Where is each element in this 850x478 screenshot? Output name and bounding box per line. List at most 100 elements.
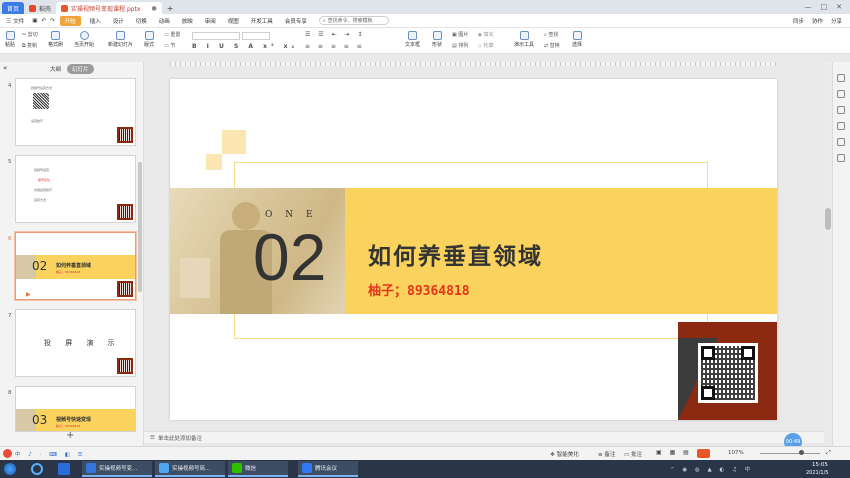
collab-button[interactable]: 协作: [812, 17, 823, 25]
clock-date[interactable]: 2021/1/5: [806, 470, 828, 476]
fill-button[interactable]: ◆ 填充: [478, 31, 493, 38]
save-icon[interactable]: ▣: [30, 18, 39, 24]
fit-window-icon[interactable]: ⤢: [826, 449, 831, 457]
tab-slides[interactable]: 幻灯片: [67, 64, 94, 74]
slide-title[interactable]: 如何养垂直领域: [368, 237, 543, 271]
menu-review[interactable]: 审阅: [199, 17, 222, 25]
textbox-button[interactable]: 文本框: [405, 31, 420, 48]
taskbar-app-wechat[interactable]: 微信: [228, 461, 288, 477]
menu-member[interactable]: 会员专享: [279, 17, 313, 25]
canvas-scrollbar[interactable]: [824, 62, 832, 431]
zoom-level[interactable]: 107%: [728, 450, 744, 456]
copy-label: 复制: [27, 43, 38, 49]
from-current-button[interactable]: 当页开始: [74, 31, 94, 48]
slide-thumb-7[interactable]: 投 屏 演 示: [15, 309, 136, 377]
file-menu[interactable]: 三 文件: [0, 17, 30, 25]
select-button[interactable]: 选择: [572, 31, 582, 48]
arrange-label: 排列: [458, 43, 469, 49]
copy-button[interactable]: ⧉ 复制: [22, 42, 37, 49]
bulb-icon[interactable]: [837, 138, 845, 146]
start-button-icon[interactable]: [4, 463, 16, 475]
ime-toolbar[interactable]: 中 ♪ · ⌨ ◧ ☰: [15, 450, 86, 458]
comments-toggle[interactable]: ▭ 批注: [624, 450, 642, 458]
reset-button[interactable]: ▭ 重置: [164, 31, 180, 38]
presentation-tools-button[interactable]: 演示工具: [514, 31, 534, 48]
taskbar-app-meeting[interactable]: 腾讯会议: [298, 461, 358, 477]
list-buttons[interactable]: ☰ ☰ ⇤ ⇥ ↕: [305, 31, 365, 38]
align-buttons[interactable]: ≡ ≡ ≡ ≡ ≡: [305, 43, 365, 50]
settings-icon[interactable]: [837, 154, 845, 162]
properties-icon[interactable]: [837, 74, 845, 82]
slide-thumb-6[interactable]: 02 如何养垂直领域 柚子；89364818 ▶: [14, 231, 137, 301]
scroll-thumb[interactable]: [825, 208, 831, 230]
find-button[interactable]: ⌕ 查找: [544, 31, 558, 38]
collapse-panel-icon[interactable]: «: [3, 64, 7, 72]
paste-button[interactable]: 粘贴: [5, 31, 15, 48]
new-tab-button[interactable]: +: [162, 2, 179, 14]
font-size-select[interactable]: [242, 32, 270, 40]
media-icon[interactable]: [58, 463, 70, 475]
animation-icon[interactable]: [837, 106, 845, 114]
play-slide-icon[interactable]: ▶: [26, 291, 31, 298]
add-slide-button[interactable]: +: [66, 430, 74, 441]
tab-daoke[interactable]: 稻壳: [24, 2, 56, 14]
layout-button[interactable]: 版式: [144, 31, 154, 48]
qr-code-thumb: [117, 358, 133, 374]
outline-button[interactable]: ◇ 轮廓: [478, 42, 493, 49]
menu-slideshow[interactable]: 放映: [176, 17, 199, 25]
menu-insert[interactable]: 插入: [84, 17, 107, 25]
close-window-icon[interactable]: ✕: [836, 3, 842, 11]
sync-button[interactable]: 同步: [793, 17, 804, 25]
zoom-slider[interactable]: [760, 453, 820, 454]
shapes-button[interactable]: 形状: [432, 31, 442, 48]
new-slide-button[interactable]: 新建幻灯片: [108, 31, 133, 48]
menu-start[interactable]: 开始: [59, 15, 81, 26]
cut-label: 剪切: [27, 32, 38, 38]
smart-beautify-button[interactable]: ❖ 智能美化: [550, 450, 579, 458]
slide-thumb-5[interactable]: 视频号运营 账号定位 内容运营技巧 运营方法: [15, 155, 136, 223]
close-tab-icon[interactable]: ●: [151, 5, 156, 12]
home-tab[interactable]: 首页: [2, 2, 25, 14]
slide-canvas[interactable]: O N E 02 如何养垂直领域 柚子；89364818: [170, 79, 777, 420]
slide-thumb-8[interactable]: 03 视频号快速变现 柚子；89364818: [15, 386, 136, 432]
undo-icon[interactable]: ↶: [39, 18, 48, 24]
format-painter-button[interactable]: 格式刷: [48, 31, 63, 48]
style-icon[interactable]: [837, 90, 845, 98]
slide-subtitle[interactable]: 柚子；89364818: [368, 280, 470, 299]
ime-icon[interactable]: [3, 449, 12, 458]
section-button[interactable]: ▭ 节: [164, 42, 175, 49]
tab-outline[interactable]: 大纲: [50, 65, 61, 73]
maximize-icon[interactable]: □: [821, 3, 828, 11]
taskbar-app-video[interactable]: 实操视频号简...: [155, 461, 225, 477]
taskbar-app-ppt[interactable]: 实操视频号变...: [82, 461, 152, 477]
notes-toggle[interactable]: ≡ 备注: [598, 450, 615, 458]
windows-taskbar: 实操视频号变... 实操视频号简... 微信 腾讯会议 ⌃ ◉ ◍ ▲ ◐ ♫ …: [0, 460, 850, 478]
font-name-select[interactable]: [192, 32, 240, 40]
menu-design[interactable]: 设计: [107, 17, 130, 25]
slide-thumb-4[interactable]: 视频号运营方法 运营技巧: [15, 78, 136, 146]
tab-document[interactable]: 实操视频号变现课程.pptx ●: [56, 2, 162, 14]
thumb-title: 投 屏 演 示: [44, 339, 121, 347]
minimize-icon[interactable]: —: [805, 3, 812, 11]
redo-icon[interactable]: ↷: [48, 18, 57, 24]
replace-button[interactable]: ⇄ 替换: [544, 42, 560, 49]
play-slideshow-button[interactable]: [697, 449, 710, 458]
clock-time[interactable]: 15:05: [812, 462, 828, 468]
notes-area[interactable]: ☰ 单击此处添加备注: [144, 431, 824, 443]
menu-view[interactable]: 视图: [222, 17, 245, 25]
cut-button[interactable]: ✂ 剪切: [22, 31, 38, 38]
cortana-icon[interactable]: [31, 463, 43, 475]
font-style-buttons[interactable]: B I U S A x² x₂: [192, 43, 298, 50]
command-search[interactable]: ⌕ 查找命令、搜索模板: [318, 16, 389, 25]
zoom-handle[interactable]: [799, 450, 804, 455]
menu-animation[interactable]: 动画: [153, 17, 176, 25]
format-icon[interactable]: [837, 122, 845, 130]
picture-button[interactable]: ▣ 图片: [452, 31, 468, 38]
arrange-button[interactable]: ▤ 排列: [452, 42, 468, 49]
panel-scrollbar[interactable]: [138, 162, 142, 292]
taskbar-app-label: 微信: [245, 466, 257, 472]
share-button[interactable]: 分享: [831, 17, 842, 25]
system-tray-icons[interactable]: ⌃ ◉ ◍ ▲ ◐ ♫ 中: [670, 465, 753, 473]
menu-transition[interactable]: 切换: [130, 17, 153, 25]
menu-developer[interactable]: 开发工具: [245, 17, 279, 25]
